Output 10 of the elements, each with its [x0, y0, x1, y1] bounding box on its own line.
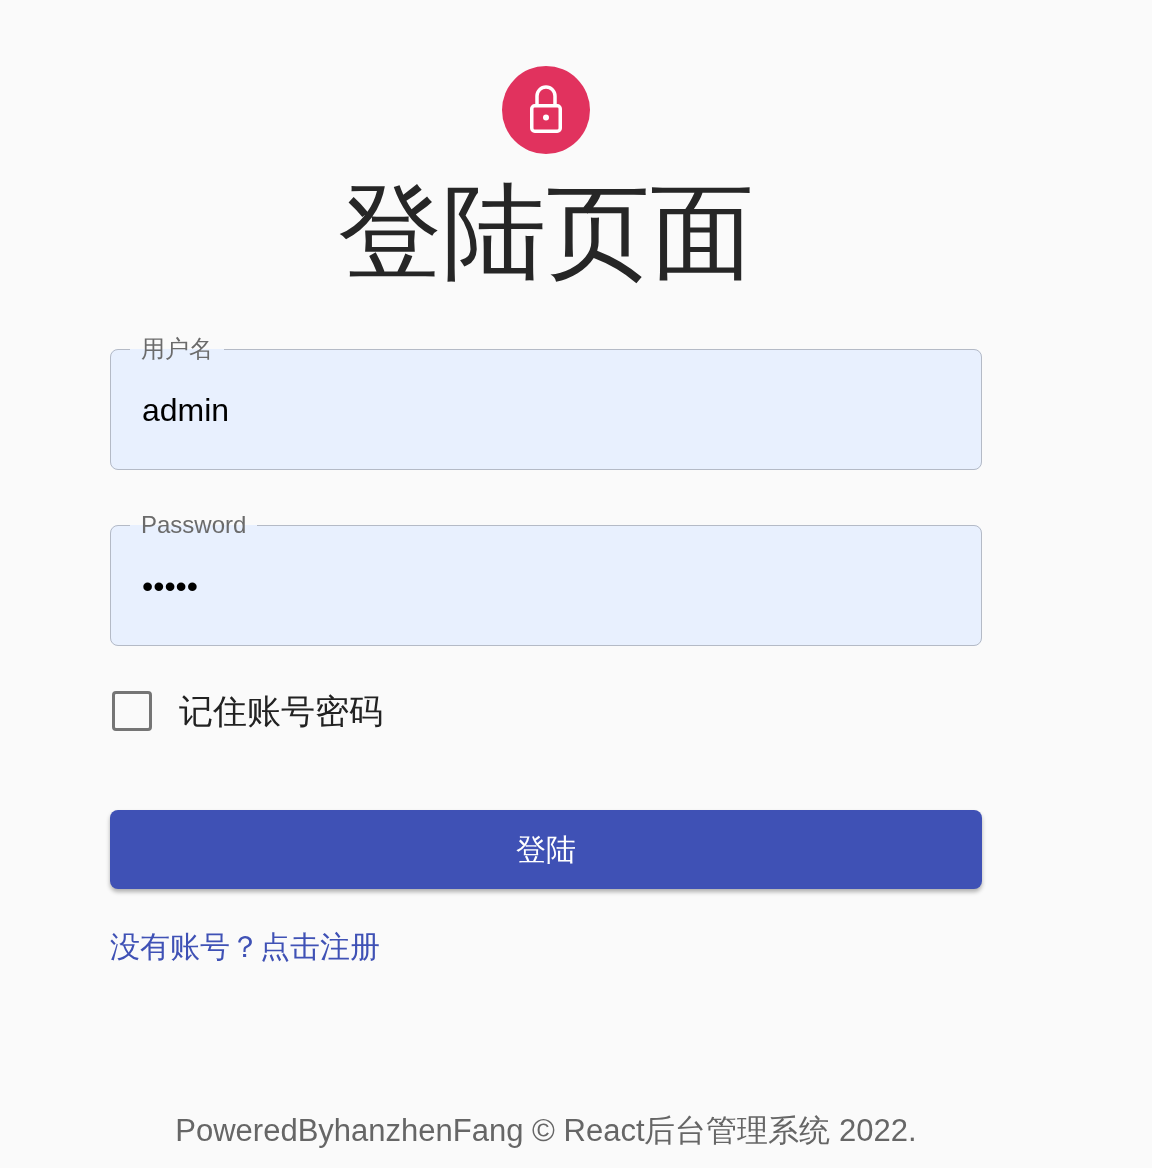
checkbox[interactable]	[112, 691, 152, 731]
username-field[interactable]: 用户名 admin	[110, 335, 982, 470]
lock-icon	[502, 66, 590, 154]
register-link[interactable]: 没有账号？点击注册	[110, 927, 380, 967]
checkbox-label: 记住账号密码	[179, 691, 383, 731]
login-button[interactable]: 登陆	[110, 810, 982, 889]
field-label: 用户名	[140, 335, 214, 363]
field-label: Password	[140, 511, 248, 539]
page-title: 登陆页面	[338, 173, 754, 292]
footer-text: PoweredByhanzhenFang © React后台管理系统 2022.	[175, 1112, 917, 1150]
